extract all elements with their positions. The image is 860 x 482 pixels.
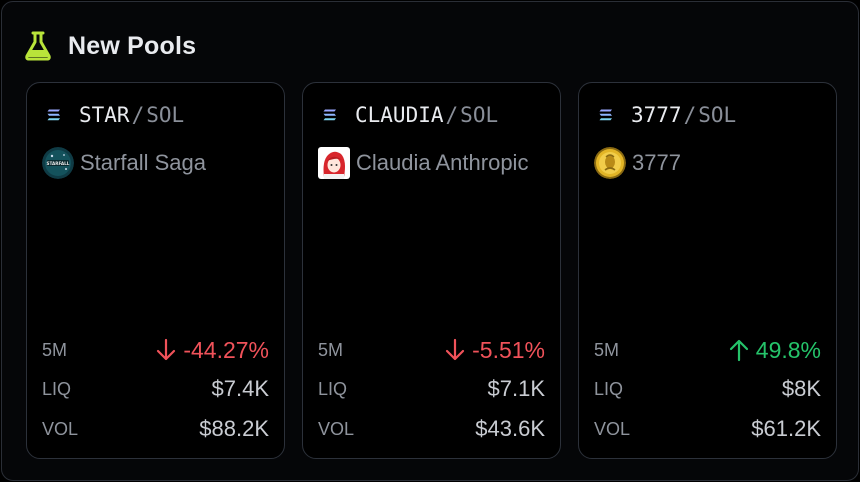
stat-liquidity: LIQ $7.4K bbox=[42, 375, 269, 403]
liquidity-value: $7.4K bbox=[211, 376, 270, 401]
pair-separator: / bbox=[445, 103, 459, 127]
pool-pair[interactable]: STAR / SOL bbox=[47, 102, 184, 128]
liquidity-value: $7.1K bbox=[487, 376, 546, 401]
stat-5m: 5M -5.51% bbox=[318, 336, 545, 364]
stat-label: LIQ bbox=[318, 378, 348, 399]
claudia-avatar bbox=[318, 147, 350, 179]
stat-label: LIQ bbox=[42, 378, 72, 399]
token-name: Claudia Anthropic bbox=[356, 150, 529, 175]
stat-volume: VOL $88.2K bbox=[42, 415, 269, 443]
token-name: Starfall Saga bbox=[80, 150, 206, 175]
gold-coin-avatar bbox=[594, 147, 626, 179]
price-change-value: 49.8% bbox=[755, 336, 821, 363]
arrow-down-icon bbox=[446, 338, 465, 361]
pool-card[interactable]: CLAUDIA / SOL Claudia Anthropic 5M -5.51… bbox=[302, 82, 561, 459]
volume-value: $61.2K bbox=[751, 416, 821, 441]
token-name-row: 3777 bbox=[594, 147, 681, 179]
price-change-value: -44.27% bbox=[183, 336, 269, 363]
stat-label: VOL bbox=[42, 418, 79, 439]
solana-icon bbox=[47, 109, 60, 121]
stat-label: LIQ bbox=[594, 378, 624, 399]
pair-quote-symbol: SOL bbox=[698, 103, 737, 127]
stat-volume: VOL $61.2K bbox=[594, 415, 821, 443]
pair-quote-symbol: SOL bbox=[460, 103, 499, 127]
panel-header: New Pools bbox=[24, 30, 196, 62]
price-change-value: -5.51% bbox=[472, 336, 545, 363]
pair-quote-symbol: SOL bbox=[146, 103, 185, 127]
flask-icon bbox=[25, 31, 51, 61]
price-change: -44.27% bbox=[155, 337, 269, 364]
svg-text:STARFALL: STARFALL bbox=[47, 161, 70, 166]
stat-liquidity: LIQ $7.1K bbox=[318, 375, 545, 403]
stat-label: 5M bbox=[594, 339, 620, 360]
stat-label: VOL bbox=[318, 418, 355, 439]
token-name-row: Claudia Anthropic bbox=[318, 147, 528, 179]
stat-5m: 5M 49.8% bbox=[594, 336, 821, 364]
stat-label: 5M bbox=[318, 339, 344, 360]
liquidity-value: $8K bbox=[781, 376, 821, 401]
new-pools-panel: New Pools STAR / SOL STARFALL Starfall S… bbox=[1, 1, 859, 481]
stat-volume: VOL $43.6K bbox=[318, 415, 545, 443]
pair-base-symbol: 3777 bbox=[631, 103, 682, 127]
token-name-row: STARFALL Starfall Saga bbox=[42, 147, 206, 179]
pool-pair[interactable]: 3777 / SOL bbox=[599, 102, 736, 128]
solana-icon bbox=[599, 109, 612, 121]
stat-label: VOL bbox=[594, 418, 631, 439]
pair-separator: / bbox=[131, 103, 145, 127]
price-change: 49.8% bbox=[728, 337, 821, 364]
volume-value: $88.2K bbox=[199, 416, 269, 441]
pair-base-symbol: CLAUDIA bbox=[355, 103, 444, 127]
stat-label: 5M bbox=[42, 339, 68, 360]
pair-base-symbol: STAR bbox=[79, 103, 130, 127]
stat-5m: 5M -44.27% bbox=[42, 336, 269, 364]
starfall-saga-logo: STARFALL bbox=[42, 147, 74, 179]
pool-pair[interactable]: CLAUDIA / SOL bbox=[323, 102, 498, 128]
pool-card[interactable]: 3777 / SOL 3777 5M 49.8% LIQ $8K VOL $61… bbox=[578, 82, 837, 459]
arrow-up-icon bbox=[729, 339, 748, 362]
token-name: 3777 bbox=[632, 150, 681, 175]
pair-separator: / bbox=[683, 103, 697, 127]
arrow-down-icon bbox=[157, 338, 176, 361]
stat-liquidity: LIQ $8K bbox=[594, 375, 821, 403]
panel-title: New Pools bbox=[68, 31, 197, 60]
solana-icon bbox=[323, 109, 336, 121]
pool-card[interactable]: STAR / SOL STARFALL Starfall Saga 5M -44… bbox=[26, 82, 285, 459]
price-change: -5.51% bbox=[444, 337, 545, 364]
volume-value: $43.6K bbox=[475, 416, 545, 441]
